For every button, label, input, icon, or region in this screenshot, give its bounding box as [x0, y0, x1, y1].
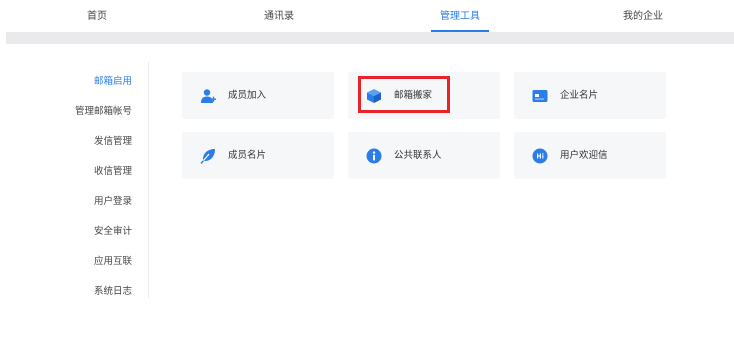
sidebar: 邮箱启用 管理邮箱帐号 发信管理 收信管理 用户登录 安全审计 应用互联 系统日…: [0, 62, 150, 302]
add-member-icon: [200, 88, 216, 104]
tool-card-label: 企业名片: [560, 90, 599, 101]
page: 首页 通讯录 管理工具 我的企业 邮箱启用 管理邮箱帐号 发信管理 收信管理 用…: [0, 0, 734, 343]
box-icon: [366, 88, 382, 104]
tool-card-label: 邮箱搬家: [394, 90, 433, 101]
tab-my-enterprise[interactable]: 我的企业: [623, 0, 663, 32]
tool-card-public-contacts[interactable]: 公共联系人: [348, 132, 500, 179]
sidebar-item-mailbox-enable[interactable]: 邮箱启用: [94, 73, 132, 87]
sidebar-item-label: 邮箱启用: [93, 76, 132, 87]
sidebar-item-label: 收信管理: [93, 166, 132, 177]
sidebar-item-label: 管理邮箱帐号: [74, 106, 132, 117]
sidebar-item-manage-mailbox-accounts[interactable]: 管理邮箱帐号: [75, 103, 132, 117]
tool-card-label: 成员加入: [228, 90, 267, 101]
tool-card-member-card[interactable]: 成员名片: [182, 132, 334, 179]
feather-icon: [200, 148, 216, 164]
tool-card-label: 成员名片: [228, 150, 267, 161]
tool-card-member-join[interactable]: 成员加入: [182, 72, 334, 119]
tab-home-label: 首页: [87, 11, 107, 22]
sidebar-item-label: 安全审计: [93, 226, 132, 237]
tab-management-tools[interactable]: 管理工具: [431, 0, 489, 32]
sidebar-item-label: 发信管理: [93, 136, 132, 147]
sidebar-item-receive-management[interactable]: 收信管理: [94, 163, 132, 177]
tab-management-tools-label: 管理工具: [440, 11, 480, 22]
tab-contacts-label: 通讯录: [264, 11, 294, 22]
chat-bubble-icon: [532, 148, 548, 164]
sidebar-item-label: 用户登录: [93, 196, 132, 207]
header-separator-band: [6, 32, 734, 44]
tab-my-enterprise-label: 我的企业: [623, 11, 663, 22]
sidebar-item-app-interconnect[interactable]: 应用互联: [94, 253, 132, 267]
sidebar-item-send-management[interactable]: 发信管理: [94, 133, 132, 147]
sidebar-item-user-login[interactable]: 用户登录: [94, 193, 132, 207]
top-navigation: 首页 通讯录 管理工具 我的企业: [0, 0, 734, 32]
info-icon: [366, 148, 382, 164]
tab-contacts[interactable]: 通讯录: [264, 0, 294, 32]
tool-card-enterprise-card[interactable]: 企业名片: [514, 72, 666, 119]
tool-card-mailbox-migration[interactable]: 邮箱搬家: [348, 72, 500, 119]
sidebar-divider: [148, 62, 149, 298]
tool-card-label: 公共联系人: [394, 150, 442, 161]
sidebar-item-label: 系统日志: [93, 286, 132, 297]
card-icon: [532, 88, 548, 104]
tool-card-label: 用户欢迎信: [560, 150, 608, 161]
sidebar-item-system-log[interactable]: 系统日志: [94, 283, 132, 297]
sidebar-item-security-audit[interactable]: 安全审计: [94, 223, 132, 237]
sidebar-item-label: 应用互联: [93, 256, 132, 267]
tab-home[interactable]: 首页: [87, 0, 107, 32]
tool-card-user-welcome-letter[interactable]: 用户欢迎信: [514, 132, 666, 179]
